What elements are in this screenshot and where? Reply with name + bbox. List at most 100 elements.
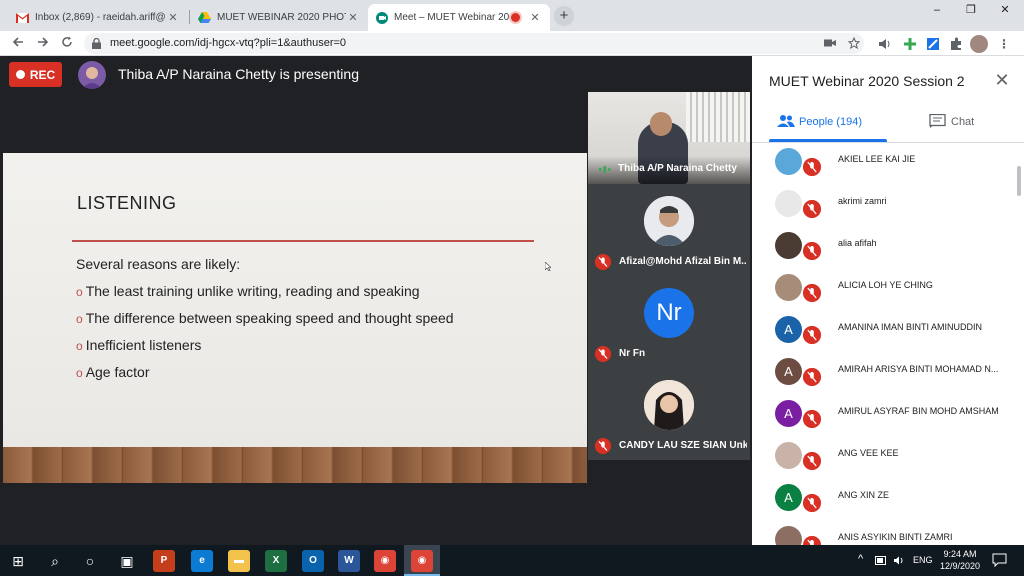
participant-avatar [775, 274, 802, 301]
outlook-icon[interactable]: O [302, 550, 324, 572]
bullet-marker: o [76, 339, 83, 353]
participant-list-item[interactable]: alia afifah [752, 228, 1014, 270]
cortana-icon[interactable]: ○ [79, 550, 101, 572]
rec-label: REC [29, 67, 56, 82]
notifications-icon[interactable] [992, 553, 1007, 567]
recording-indicator-icon [511, 13, 520, 22]
participant-list-item[interactable]: A AMIRAH ARISYA BINTI MOHAMAD N... [752, 354, 1014, 396]
start-button-icon[interactable]: ⊞ [7, 550, 29, 572]
participant-photo-icon [644, 196, 694, 246]
meet-stage: REC Thiba A/P Naraina Chetty is presenti… [0, 56, 752, 545]
tab-close-button[interactable]: ✕ [528, 11, 542, 24]
slide-bullet: o Age factor [76, 364, 150, 380]
tab-people[interactable]: People (194) [799, 116, 862, 128]
participant-list-item[interactable]: akrimi zamri [752, 186, 1014, 228]
mic-off-icon [595, 346, 611, 362]
video-person-head [650, 112, 672, 136]
extension-plus-icon[interactable] [901, 35, 919, 53]
participant-list-name: ANIS ASYIKIN BINTI ZAMRI [838, 532, 953, 542]
store-icon[interactable]: ▣ [116, 550, 138, 572]
new-tab-button[interactable]: + [554, 6, 574, 26]
tab-meet[interactable]: Meet – MUET Webinar 2020 ✕ [368, 4, 550, 31]
bullet-marker: o [76, 312, 83, 326]
mouse-cursor-icon [545, 262, 551, 271]
participant-tile-presenter[interactable]: Thiba A/P Naraina Chetty [588, 92, 750, 184]
chrome-icon[interactable]: ◉ [374, 550, 396, 572]
slide-wood-floor [3, 447, 587, 483]
mic-off-icon [595, 438, 611, 454]
close-panel-button[interactable]: ✕ [992, 70, 1012, 90]
participant-list-name: ANG VEE KEE [838, 448, 899, 458]
panel-divider [752, 142, 1024, 143]
people-icon[interactable] [777, 114, 795, 128]
minimize-button[interactable]: – [920, 0, 954, 20]
bookmark-star-icon[interactable] [848, 37, 860, 49]
battery-icon[interactable] [875, 556, 887, 565]
edge-icon[interactable]: e [191, 550, 213, 572]
browser-toolbar: meet.google.com/idj-hgcx-vtq?pli=1&authu… [0, 31, 1024, 56]
mic-off-icon [595, 254, 611, 270]
slide-lead-text: Several reasons are likely: [76, 256, 241, 272]
recording-badge: REC [9, 62, 62, 87]
powerpoint-icon[interactable]: P [153, 550, 175, 572]
file-explorer-icon[interactable]: ▬ [228, 550, 250, 572]
participant-list-name: akrimi zamri [838, 196, 887, 206]
tab-drive[interactable]: MUET WEBINAR 2020 PHOTO - G ✕ [190, 4, 368, 31]
participant-list-item[interactable]: A AMIRUL ASYRAF BIN MOHD AMSHAM [752, 396, 1014, 438]
slide-bullet: o The difference between speaking speed a… [76, 310, 454, 326]
url-text: meet.google.com/idj-hgcx-vtq?pli=1&authu… [110, 37, 347, 49]
tab-gmail[interactable]: Inbox (2,869) - raeidah.ariff@mm ✕ [8, 4, 188, 31]
presentation-slide: LISTENING Several reasons are likely: oT… [3, 153, 587, 483]
panel-scrollbar[interactable] [1017, 166, 1021, 196]
participant-tile[interactable]: CANDY LAU SZE SIAN Unk... [588, 368, 750, 460]
bullet-marker: o [76, 285, 83, 299]
slide-title: LISTENING [77, 193, 177, 213]
participant-tile[interactable]: Nr Nr Fn [588, 276, 750, 368]
camera-icon[interactable] [824, 38, 836, 48]
tab-close-button[interactable]: ✕ [346, 11, 360, 24]
presenter-photo-icon [82, 67, 102, 89]
address-bar[interactable]: meet.google.com/idj-hgcx-vtq?pli=1&authu… [84, 33, 864, 54]
participant-list-name: AKIEL LEE KAI JIE [838, 154, 916, 164]
volume-icon[interactable] [893, 555, 906, 566]
participant-list-item[interactable]: A ANG XIN ZE [752, 480, 1014, 522]
participant-avatar [644, 196, 694, 246]
participant-list-item[interactable]: AKIEL LEE KAI JIE [752, 144, 1014, 186]
speaker-icon[interactable] [876, 35, 894, 53]
participant-list-item[interactable]: ANG VEE KEE [752, 438, 1014, 480]
tray-caret[interactable]: ^ [858, 553, 863, 565]
speaking-indicator-icon [599, 166, 611, 173]
word-icon[interactable]: W [338, 550, 360, 572]
taskbar-clock[interactable]: 9:24 AM 12/9/2020 [937, 548, 983, 572]
window-close-button[interactable]: ✕ [988, 0, 1022, 20]
profile-avatar[interactable] [970, 35, 988, 53]
reload-icon [62, 36, 72, 47]
windows-taskbar: ⊞ ⌕ ○ ▣ Pe ▬ X O W ◉ ◉ ^ ENG 9:24 AM 12/9/2020 [0, 545, 1024, 576]
mic-off-icon [803, 410, 821, 428]
restore-button[interactable]: ❐ [954, 0, 988, 20]
participant-list-item[interactable]: ALICIA LOH YE CHING [752, 270, 1014, 312]
browser-tab-strip: Inbox (2,869) - raeidah.ariff@mm ✕ MUET … [0, 0, 1024, 31]
back-button[interactable] [8, 34, 28, 54]
excel-icon[interactable]: X [265, 550, 287, 572]
slide-bullet: o The least training unlike writing, read… [76, 283, 420, 299]
tab-chat[interactable]: Chat [951, 116, 974, 128]
reload-button[interactable] [57, 34, 77, 54]
participant-avatar: A [775, 484, 802, 511]
chrome-active-icon[interactable]: ◉ [411, 550, 433, 572]
chrome-menu-icon[interactable]: ⋮ [995, 35, 1013, 53]
participant-tile[interactable]: Afizal@Mohd Afizal Bin M... [588, 184, 750, 276]
participant-list-item[interactable]: A AMANINA IMAN BINTI AMINUDDIN [752, 312, 1014, 354]
meet-icon [376, 11, 388, 24]
language-indicator[interactable]: ENG [913, 555, 933, 565]
back-arrow-icon [12, 37, 23, 47]
search-taskbar-icon[interactable]: ⌕ [44, 550, 66, 572]
record-dot-icon [15, 70, 25, 79]
participant-list-name: AMIRUL ASYRAF BIN MOHD AMSHAM [838, 406, 999, 416]
forward-button[interactable] [33, 34, 53, 54]
chat-icon[interactable] [929, 114, 947, 128]
extension-blue-icon[interactable] [924, 35, 942, 53]
participant-name: CANDY LAU SZE SIAN Unk... [619, 440, 747, 451]
extensions-puzzle-icon[interactable] [947, 35, 965, 53]
tab-close-button[interactable]: ✕ [166, 11, 180, 24]
